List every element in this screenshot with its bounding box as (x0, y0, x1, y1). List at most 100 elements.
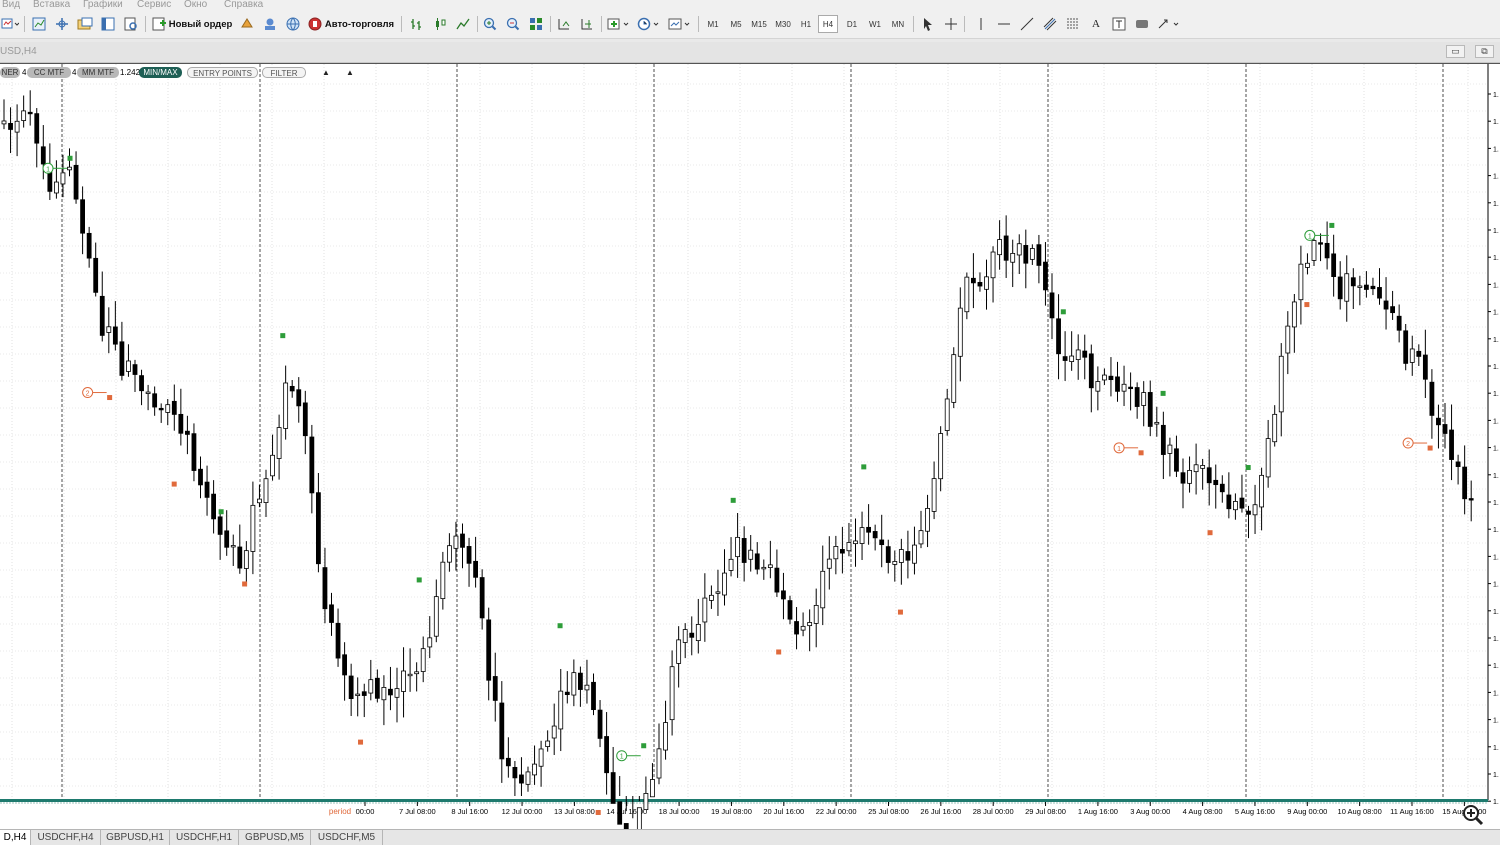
candle-body (86, 232, 92, 259)
candle-body (243, 550, 249, 569)
tab-gbpusd-m5[interactable]: GBPUSD,M5 (239, 830, 311, 845)
panel-minmax-button[interactable]: MIN/MAX (139, 67, 182, 78)
auto-scroll-icon[interactable] (555, 15, 573, 33)
candle (964, 272, 970, 320)
new-order-button[interactable]: Новый ордер (151, 15, 233, 33)
timeframe-m30[interactable]: M30 (773, 15, 793, 33)
strategy-tester-icon[interactable] (122, 15, 140, 33)
minimize-button[interactable]: ▭ (1446, 45, 1465, 58)
candle (905, 530, 911, 579)
crosshair-icon[interactable] (942, 15, 960, 33)
experts-icon[interactable] (261, 15, 279, 33)
menu-charts[interactable]: Графики (83, 0, 123, 10)
line-chart-icon[interactable] (454, 15, 472, 33)
candle-body (14, 120, 20, 133)
chart-area[interactable]: 1. 1. 1. 1. 1. 1. 1. 1. 1. 1. 1. 1. 1. 1. 1. 1. 1. 1. 1. 1.… (0, 63, 1500, 830)
candle-body (735, 536, 740, 558)
timeframe-d1[interactable]: D1 (842, 15, 862, 33)
panel-cc-mtf-button[interactable]: CC MTF (27, 67, 71, 78)
candle-body (453, 535, 459, 549)
menu-window[interactable]: Окно (184, 0, 207, 10)
tab-usdchf-m5[interactable]: USDCHF,M5 (311, 830, 383, 845)
candle (689, 616, 695, 656)
menu-view[interactable]: Вид (2, 0, 20, 10)
menu-help[interactable]: Справка (224, 0, 263, 10)
candle (145, 384, 151, 411)
restore-button[interactable]: ⧉ (1475, 45, 1494, 58)
timeframe-mn[interactable]: MN (888, 15, 908, 33)
candle-body (676, 639, 682, 664)
candle-body (1396, 315, 1402, 331)
price-tick-label: 1. (1493, 92, 1499, 99)
equidistant-channel-icon[interactable] (1041, 15, 1059, 33)
crosshair-move-icon[interactable] (53, 15, 71, 33)
candle-body (165, 404, 171, 413)
timeframe-m5[interactable]: M5 (726, 15, 746, 33)
collapse-up-icon[interactable]: ▲ (322, 67, 330, 78)
candle (754, 542, 760, 575)
panel-filter-button[interactable]: FILTER (262, 67, 306, 78)
tab-gbpusd-h4[interactable]: D,H4 (0, 830, 31, 845)
candle (1121, 365, 1127, 407)
periods-dropdown-icon[interactable] (636, 15, 662, 33)
candle-body (315, 492, 321, 565)
candle (381, 675, 387, 726)
price-tick-label: 1. (1493, 146, 1499, 153)
rectangle-icon[interactable] (1133, 15, 1151, 33)
candle-body (145, 391, 151, 394)
panel-ner-button[interactable]: NER (0, 67, 20, 78)
text-tool[interactable]: A (1087, 15, 1105, 33)
panel-mm-mtf-button[interactable]: MM MTF (77, 67, 119, 78)
vertical-line-icon[interactable] (972, 15, 990, 33)
timeframe-w1[interactable]: W1 (865, 15, 885, 33)
candle-body (898, 549, 904, 563)
tab-gbpusd-h1[interactable]: GBPUSD,H1 (101, 830, 170, 845)
new-chart-icon[interactable] (0, 15, 20, 33)
candle-body (34, 113, 40, 144)
timeframe-h1[interactable]: H1 (796, 15, 816, 33)
candle-body (1344, 273, 1350, 302)
cursor-icon[interactable] (919, 15, 937, 33)
tile-windows-icon[interactable] (527, 15, 545, 33)
time-label: 00:00 (356, 807, 375, 816)
fibonacci-icon[interactable] (1064, 15, 1082, 33)
horizontal-line-icon[interactable] (995, 15, 1013, 33)
menu-insert[interactable]: Вставка (33, 0, 70, 10)
arrows-dropdown-icon[interactable] (1156, 15, 1182, 33)
candlestick-chart-icon[interactable] (431, 15, 449, 33)
candle (898, 538, 904, 585)
profiles-icon[interactable] (30, 15, 48, 33)
max-marker (557, 623, 563, 629)
text-label-icon[interactable] (1110, 15, 1128, 33)
candle (925, 494, 930, 548)
zoom-magnifier-icon[interactable] (1462, 804, 1484, 826)
candle-body (1049, 292, 1055, 319)
price-chart[interactable]: 1. 1. 1. 1. 1. 1. 1. 1. 1. 1. 1. 1. 1. 1. 1. 1. 1. 1. 1. 1.… (0, 64, 1500, 830)
candle (1069, 331, 1075, 371)
timeframe-m15[interactable]: M15 (749, 15, 769, 33)
auto-trading-button[interactable]: Авто-торговля (307, 15, 395, 33)
collapse-up-icon[interactable]: ▲ (346, 67, 354, 78)
menu-tools[interactable]: Сервис (137, 0, 171, 10)
timeframe-h4[interactable]: H4 (818, 15, 838, 33)
price-tick-label: 1. (1493, 310, 1499, 317)
templates-dropdown-icon[interactable] (667, 15, 693, 33)
candle-body (584, 684, 590, 691)
candle (1455, 454, 1461, 485)
globe-icon[interactable] (284, 15, 302, 33)
bar-chart-icon[interactable] (408, 15, 426, 33)
navigator-icon[interactable] (99, 15, 117, 33)
zoom-in-icon[interactable] (481, 15, 499, 33)
tab-usdchf-h4[interactable]: USDCHF,H4 (31, 830, 101, 845)
market-watch-icon[interactable] (76, 15, 94, 33)
tab-usdchf-h1[interactable]: USDCHF,H1 (170, 830, 239, 845)
zoom-out-icon[interactable] (504, 15, 522, 33)
signals-icon[interactable] (238, 15, 256, 33)
timeframe-m1[interactable]: M1 (703, 15, 723, 33)
trendline-icon[interactable] (1018, 15, 1036, 33)
candle-body (826, 558, 832, 569)
time-label: 7 Jul 08:00 (399, 807, 436, 816)
chart-shift-icon[interactable] (578, 15, 596, 33)
panel-entry-points-button[interactable]: ENTRY POINTS (187, 67, 258, 78)
indicators-dropdown-icon[interactable] (606, 15, 632, 33)
